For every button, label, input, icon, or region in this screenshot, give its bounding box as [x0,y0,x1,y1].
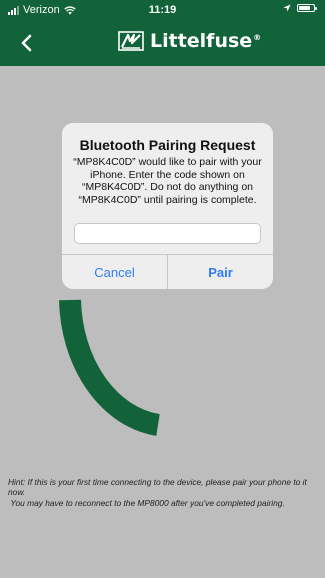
littelfuse-logo-mark-icon [118,31,144,51]
dialog-actions: Cancel Pair [62,254,273,289]
dialog-title: Bluetooth Pairing Request [79,137,256,153]
dialog-message: “MP8K4C0D” would like to pair with your … [73,156,262,206]
pairing-code-input[interactable] [74,223,261,244]
logo-text: Littelfuse® [150,30,262,52]
bluetooth-pairing-dialog: Bluetooth Pairing Request “MP8K4C0D” wou… [62,123,273,289]
app-header: Verizon 11:19 Littelfuse® [0,0,325,66]
back-button[interactable] [12,28,42,58]
cancel-button[interactable]: Cancel [62,255,167,289]
battery-icon [297,4,317,12]
status-right [283,4,317,12]
pair-button[interactable]: Pair [167,255,273,289]
battery-level [299,6,310,10]
screen: Verizon 11:19 Littelfuse® Bluetooth Pair… [0,0,325,578]
status-time: 11:19 [148,4,177,16]
nav-bar: Littelfuse® [0,20,325,66]
chevron-left-icon [21,34,32,52]
status-bar: Verizon 11:19 [0,0,325,20]
littelfuse-logo: Littelfuse® [118,30,261,52]
pairing-hint: Hint: If this is your first time connect… [8,477,320,508]
hint-line-1: Hint: If this is your first time connect… [8,477,307,498]
hint-line-2: You may have to reconnect to the MP8000 … [8,497,285,508]
location-arrow-icon [283,4,291,12]
